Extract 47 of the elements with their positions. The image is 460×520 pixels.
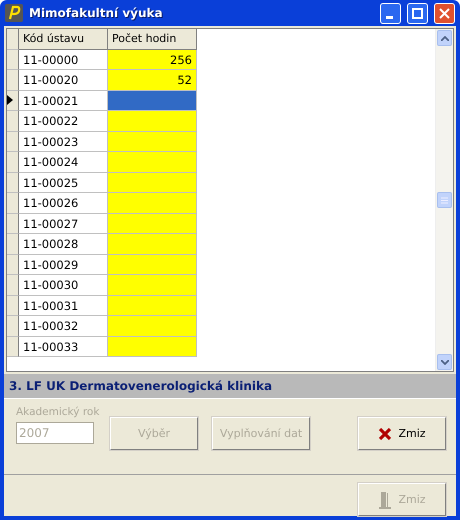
close-button[interactable]: Zmiz (358, 417, 446, 450)
column-header[interactable]: Kód ústavu (19, 29, 108, 50)
hours-cell[interactable]: 256 (108, 50, 197, 70)
row-header[interactable] (7, 90, 19, 111)
hours-cell[interactable] (108, 214, 197, 234)
department-banner: 3. LF UK Dermatovenerologická klinika (4, 374, 456, 399)
close-icon (439, 8, 450, 18)
table-cell: 11-00028 (19, 234, 108, 254)
hours-cell[interactable] (108, 234, 197, 254)
door-icon (378, 490, 392, 508)
table-cell: 11-00000 (19, 50, 108, 70)
table-cell: 11-00024 (19, 152, 108, 172)
hours-cell[interactable] (108, 336, 197, 357)
hours-cell[interactable] (108, 152, 197, 172)
app-icon (5, 4, 23, 22)
table-cell: 11-00025 (19, 172, 108, 193)
hours-cell[interactable] (108, 296, 197, 316)
table-cell: 11-00022 (19, 111, 108, 132)
close-icon (378, 426, 392, 440)
hours-cell[interactable] (108, 111, 197, 132)
table-cell: 11-00020 (19, 70, 108, 90)
maximize-button[interactable] (407, 2, 428, 24)
column-header[interactable]: Počet hodin (108, 29, 197, 50)
minimize-icon (386, 16, 393, 18)
table-cell: 11-00021 (19, 90, 108, 111)
table-cell: 11-00027 (19, 214, 108, 234)
hours-cell[interactable]: 52 (108, 70, 197, 90)
hours-cell[interactable] (108, 193, 197, 214)
table-cell: 11-00029 (19, 254, 108, 275)
hours-cell[interactable] (108, 90, 197, 111)
table-cell: 11-00033 (19, 336, 108, 357)
close-button[interactable] (434, 2, 455, 24)
hours-cell[interactable] (108, 275, 197, 296)
maximize-icon (412, 8, 423, 18)
hours-cell[interactable] (108, 254, 197, 275)
scroll-thumb[interactable] (437, 192, 452, 208)
hours-cell[interactable] (108, 172, 197, 193)
hours-cell[interactable] (108, 316, 197, 336)
minimize-button[interactable] (380, 2, 401, 24)
scrollbar[interactable] (435, 29, 453, 371)
table-cell: 11-00032 (19, 316, 108, 336)
table-cell: 11-00031 (19, 296, 108, 316)
table-cell: 11-00030 (19, 275, 108, 296)
table-cell: 11-00026 (19, 193, 108, 214)
window-title: Mimofakultní výuka (29, 6, 164, 20)
table-cell: 11-00023 (19, 132, 108, 152)
hours-cell[interactable] (108, 132, 197, 152)
